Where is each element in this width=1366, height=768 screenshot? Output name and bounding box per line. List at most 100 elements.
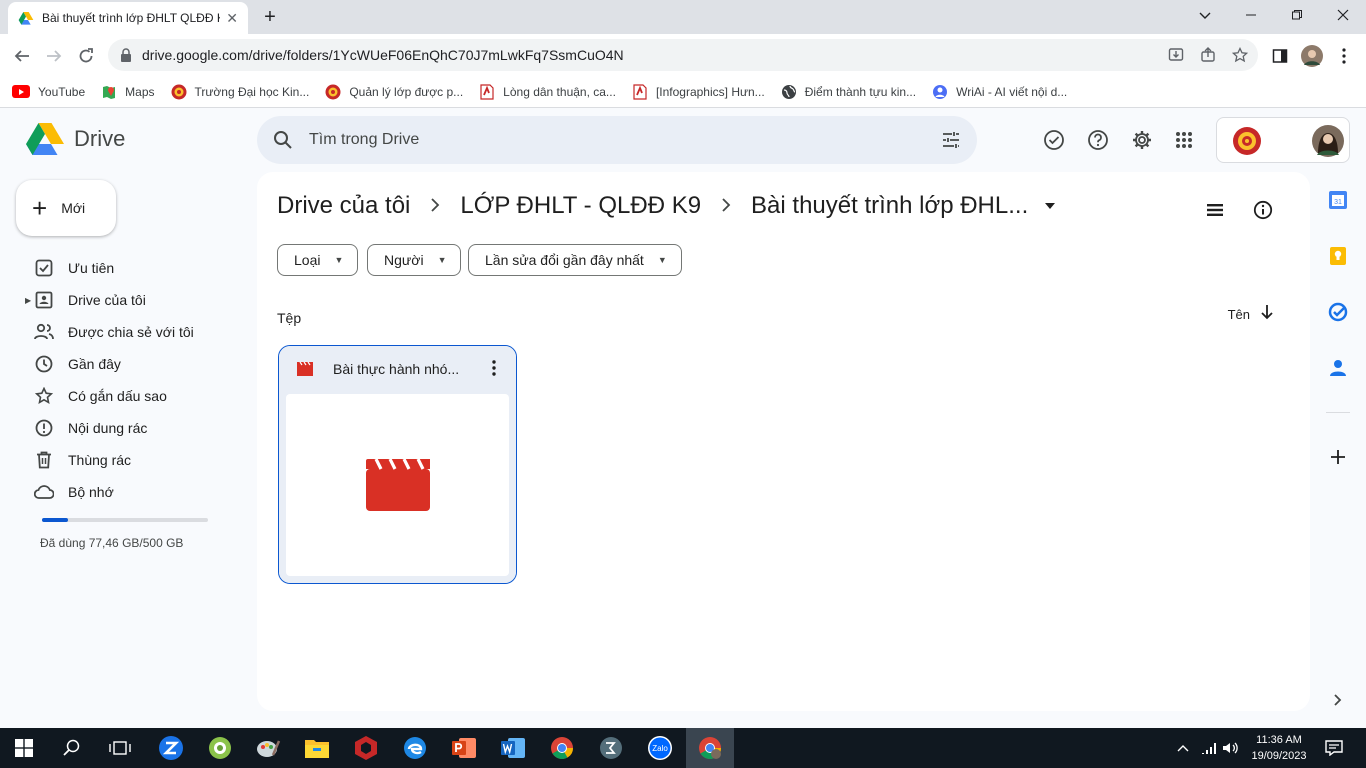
minimize-button[interactable] — [1228, 0, 1274, 30]
bookmark-maps[interactable]: Maps — [101, 84, 155, 100]
install-app-icon[interactable] — [1162, 41, 1190, 69]
share-icon[interactable] — [1194, 41, 1222, 69]
powerpoint-icon[interactable] — [440, 728, 488, 768]
details-info-icon[interactable] — [1249, 196, 1277, 224]
browser-tab-strip: Bài thuyết trình lớp ĐHLT QLĐĐ K9 ✕ + — [0, 0, 1366, 34]
bookmark-achievements[interactable]: Điểm thành tựu kin... — [781, 84, 916, 100]
search-options-icon[interactable] — [941, 130, 961, 150]
task-view-icon[interactable] — [96, 728, 144, 768]
search-input[interactable] — [309, 131, 941, 149]
file-name: Bài thực hành nhó... — [333, 361, 460, 377]
notifications-icon[interactable] — [1322, 728, 1346, 768]
sort-arrow-down-icon[interactable] — [1260, 304, 1274, 325]
breadcrumb-my-drive[interactable]: Drive của tôi — [277, 192, 410, 220]
sidebar-item-my-drive[interactable]: ▶ Drive của tôi — [0, 284, 240, 316]
side-panel-icon[interactable] — [1266, 42, 1294, 70]
start-button[interactable] — [0, 728, 48, 768]
sidebar-item-storage[interactable]: Bộ nhớ — [0, 476, 240, 508]
more-options-icon[interactable] — [484, 358, 504, 378]
search-icon[interactable] — [273, 130, 293, 150]
help-icon[interactable] — [1084, 126, 1112, 154]
svg-text:31: 31 — [1334, 199, 1342, 206]
file-card[interactable]: Bài thực hành nhó... — [278, 345, 517, 584]
folder-menu-dropdown-icon[interactable] — [1044, 199, 1056, 213]
sort-by-name[interactable]: Tên — [1228, 304, 1274, 325]
drive-logo[interactable]: Drive — [26, 122, 125, 156]
keep-icon[interactable] — [1326, 244, 1350, 268]
account-switcher[interactable] — [1216, 117, 1350, 163]
search-bar[interactable] — [257, 116, 977, 164]
sidebar-item-recent[interactable]: Gần đây — [0, 348, 240, 380]
apps-grid-icon[interactable] — [1170, 126, 1198, 154]
bookmark-class-management[interactable]: Quản lý lớp được p... — [325, 84, 463, 100]
expand-caret-icon[interactable]: ▶ — [25, 296, 31, 305]
show-hidden-icons-chevron-icon[interactable] — [1172, 728, 1194, 768]
profile-avatar[interactable] — [1298, 42, 1326, 70]
edge-browser-icon[interactable] — [391, 728, 439, 768]
breadcrumb-class-folder[interactable]: LỚP ĐHLT - QLĐĐ K9 — [460, 192, 701, 220]
windows-taskbar: Zalo 11:36 AM 19/09/2023 — [0, 728, 1366, 768]
green-app-icon[interactable] — [196, 728, 244, 768]
volume-icon[interactable] — [1220, 728, 1242, 768]
tab-close-icon[interactable]: ✕ — [226, 10, 238, 27]
chrome-icon[interactable] — [538, 728, 586, 768]
browser-tab-active[interactable]: Bài thuyết trình lớp ĐHLT QLĐĐ K9 ✕ — [8, 2, 248, 34]
bookmark-news-1[interactable]: Lòng dân thuận, ca... — [479, 83, 616, 100]
new-button[interactable]: + Mới — [16, 180, 116, 236]
forward-button[interactable] — [40, 42, 68, 70]
tab-search-chevron-icon[interactable] — [1182, 0, 1228, 30]
system-clock[interactable]: 11:36 AM 19/09/2023 — [1248, 732, 1310, 764]
chip-dropdown-icon: ▼ — [334, 255, 344, 265]
chrome-profile-active-icon[interactable] — [686, 728, 734, 768]
bookmark-youtube[interactable]: YouTube — [12, 85, 85, 99]
address-bar[interactable]: drive.google.com/drive/folders/1YcWUeF06… — [108, 39, 1258, 71]
paint-app-icon[interactable] — [244, 728, 292, 768]
restore-button[interactable] — [1274, 0, 1320, 30]
browser-menu-icon[interactable] — [1330, 42, 1358, 70]
file-thumbnail[interactable] — [286, 394, 509, 576]
bookmark-news-2[interactable]: [Infographics] Hưn... — [632, 83, 765, 100]
zalo-app-icon[interactable]: Zalo — [636, 728, 684, 768]
expand-side-panel-chevron-icon[interactable] — [1326, 688, 1350, 712]
sidebar-item-starred[interactable]: Có gắn dấu sao — [0, 380, 240, 412]
bookmark-university[interactable]: Trường Đại học Kin... — [171, 84, 309, 100]
sidebar-item-trash[interactable]: Thùng rác — [0, 444, 240, 476]
settings-gear-icon[interactable] — [1128, 126, 1156, 154]
storage-usage-bar — [42, 518, 208, 522]
breadcrumb-chevron-icon — [430, 195, 440, 218]
drive-logo-icon — [26, 123, 64, 155]
video-file-icon — [297, 362, 313, 376]
filter-people-chip[interactable]: Người ▼ — [367, 244, 462, 276]
zalo-z-app-icon[interactable] — [147, 728, 195, 768]
contacts-icon[interactable] — [1326, 356, 1350, 380]
ready-for-offline-icon[interactable] — [1040, 126, 1068, 154]
main-content: Drive của tôi LỚP ĐHLT - QLĐĐ K9 Bài thu… — [257, 172, 1310, 711]
back-button[interactable] — [8, 42, 36, 70]
filter-type-chip[interactable]: Loại ▼ — [277, 244, 359, 276]
network-icon[interactable] — [1198, 728, 1220, 768]
math-app-icon[interactable] — [587, 728, 635, 768]
list-view-icon[interactable] — [1201, 196, 1229, 224]
breadcrumb-chevron-icon — [721, 195, 731, 218]
filter-modified-chip[interactable]: Lần sửa đổi gần đây nhất ▼ — [468, 244, 682, 276]
reload-button[interactable] — [72, 42, 100, 70]
lock-icon[interactable] — [120, 48, 132, 62]
university-icon — [171, 84, 187, 100]
sidebar-item-priority[interactable]: Ưu tiên — [0, 252, 240, 284]
new-tab-button[interactable]: + — [257, 5, 283, 29]
sidebar-item-shared[interactable]: Được chia sẻ với tôi — [0, 316, 240, 348]
files-section-label: Tệp — [277, 310, 302, 326]
red-cube-app-icon[interactable] — [342, 728, 390, 768]
bookmark-wriai[interactable]: WriAi - AI viết nội d... — [932, 84, 1067, 100]
taskbar-search-icon[interactable] — [48, 728, 96, 768]
sidebar-item-spam[interactable]: Nội dung rác — [0, 412, 240, 444]
word-icon[interactable] — [489, 728, 537, 768]
get-addons-plus-icon[interactable] — [1326, 445, 1350, 469]
file-explorer-icon[interactable] — [293, 728, 341, 768]
chip-dropdown-icon: ▼ — [657, 255, 667, 265]
tasks-icon[interactable] — [1326, 300, 1350, 324]
breadcrumb-current-folder[interactable]: Bài thuyết trình lớp ĐHL... — [751, 192, 1028, 220]
close-window-button[interactable] — [1320, 0, 1366, 30]
calendar-icon[interactable]: 31 — [1326, 188, 1350, 212]
bookmark-star-icon[interactable] — [1226, 41, 1254, 69]
